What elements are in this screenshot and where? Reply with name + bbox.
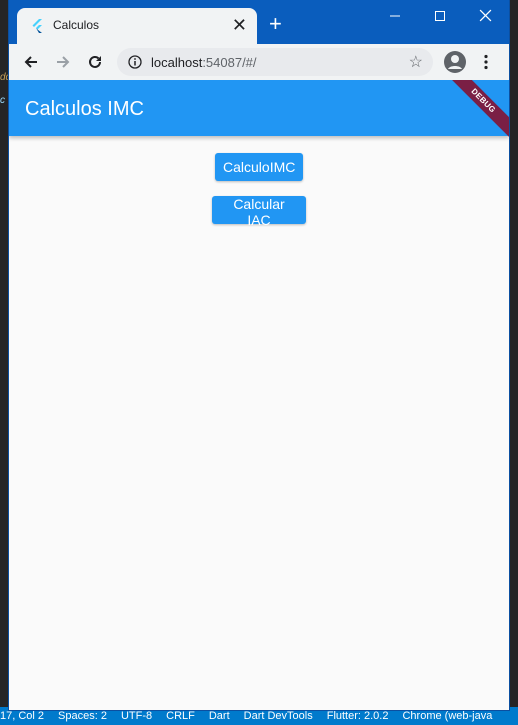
calcular-iac-button[interactable]: Calcular IAC	[212, 196, 306, 228]
editor-right-edge	[509, 0, 518, 725]
browser-toolbar: localhost:54087/#/ ☆	[9, 44, 509, 80]
reload-button[interactable]	[83, 50, 107, 74]
arrow-right-icon	[57, 56, 70, 68]
flutter-icon	[32, 19, 42, 33]
address-bar[interactable]: localhost:54087/#/ ☆	[117, 48, 433, 76]
maximize-icon[interactable]	[434, 10, 446, 22]
minimize-icon[interactable]	[389, 10, 401, 22]
status-devtools[interactable]: Dart DevTools	[244, 710, 313, 722]
status-encoding[interactable]: UTF-8	[121, 710, 152, 722]
app-title: Calculos IMC	[25, 98, 144, 120]
status-device[interactable]: Chrome (web-java	[402, 710, 492, 722]
status-cursor[interactable]: 17, Col 2	[0, 710, 44, 722]
url-path: :54087/#/	[202, 55, 257, 70]
title-bar: Calculos ✕ +	[9, 0, 509, 44]
browser-window: Calculos ✕ + localhost:54087/#/ ☆ Calcul…	[9, 0, 509, 710]
forward-button[interactable]	[51, 50, 75, 74]
editor-left-edge	[0, 0, 9, 725]
browser-tab[interactable]: Calculos ✕	[17, 8, 257, 44]
kebab-menu-icon[interactable]	[483, 54, 489, 70]
status-language[interactable]: Dart	[209, 710, 230, 722]
calculo-imc-button[interactable]: CalculoIMC	[215, 153, 303, 181]
arrow-left-icon	[24, 56, 37, 68]
window-close-icon[interactable]	[479, 9, 492, 22]
url-host: localhost	[151, 55, 203, 70]
profile-avatar-icon[interactable]	[443, 50, 467, 74]
close-tab-icon[interactable]: ✕	[232, 15, 247, 35]
app-bar: Calculos IMC	[9, 80, 509, 136]
reload-icon	[89, 55, 101, 68]
editor-text-fragment: c	[0, 95, 5, 106]
status-flutter[interactable]: Flutter: 2.0.2	[327, 710, 389, 722]
new-tab-button[interactable]: +	[269, 13, 282, 35]
status-spaces[interactable]: Spaces: 2	[58, 710, 107, 722]
info-icon[interactable]	[128, 55, 142, 69]
tab-title: Calculos	[53, 18, 100, 32]
back-button[interactable]	[19, 50, 43, 74]
app-viewport: Calculos IMC DEBUG CalculoIMC Calcular I…	[9, 80, 509, 710]
bookmark-star-icon[interactable]: ☆	[409, 52, 423, 72]
url-text: localhost:54087/#/	[151, 55, 257, 70]
status-eol[interactable]: CRLF	[166, 710, 195, 722]
